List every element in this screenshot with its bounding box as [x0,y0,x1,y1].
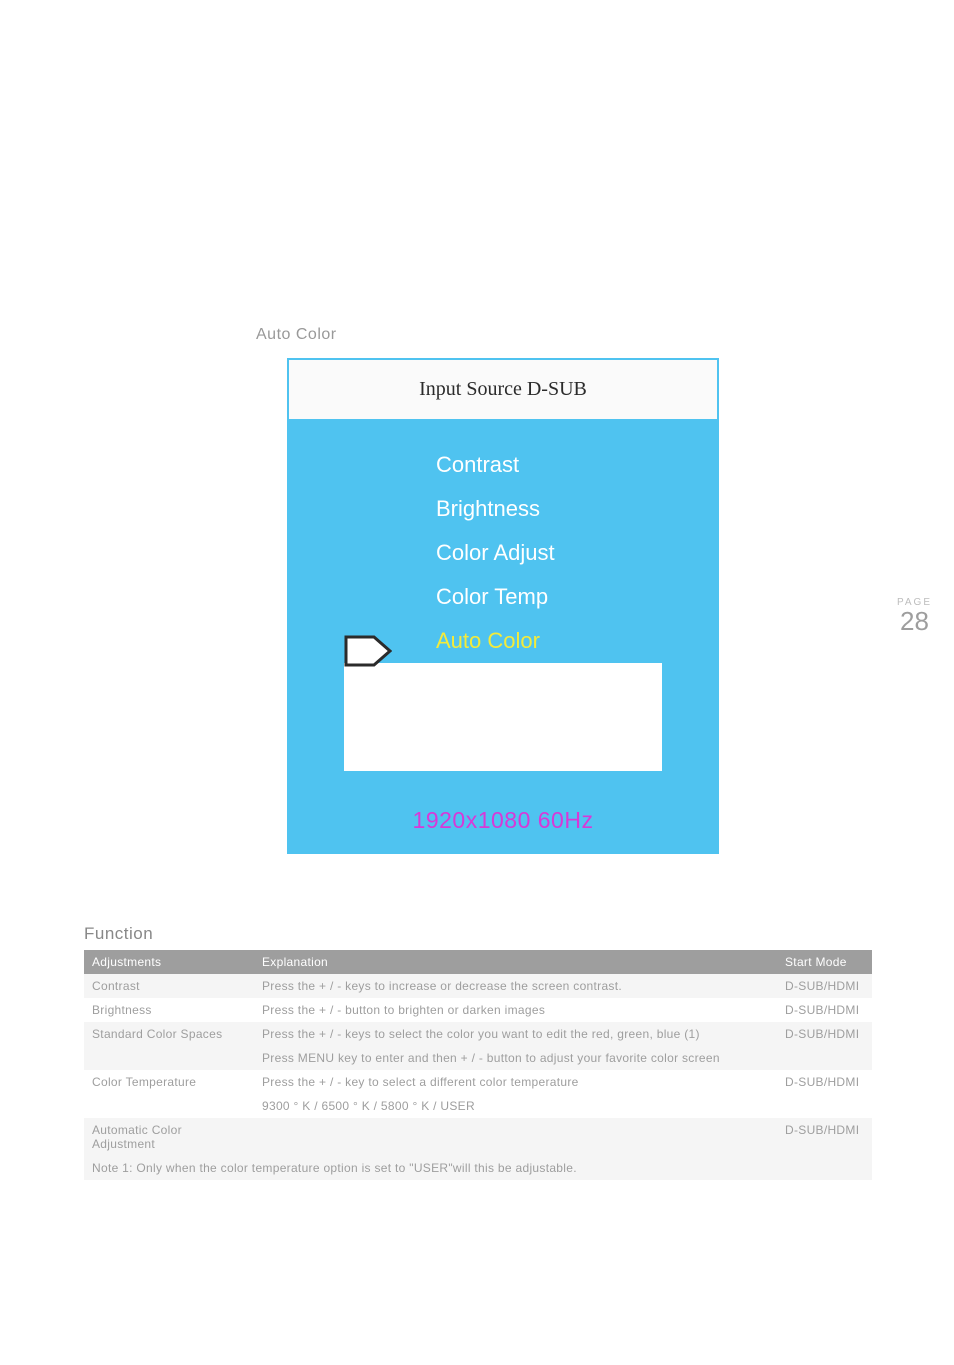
cell-mode [777,1094,872,1118]
osd-item-brightness: Brightness [289,487,717,531]
th-start-mode: Start Mode [777,950,872,974]
cell-mode: D-SUB/HDMI [777,998,872,1022]
table-row: Color Temperature Press the + / - key to… [84,1070,872,1094]
cell-adj [84,1046,254,1070]
table-row: Press MENU key to enter and then + / - b… [84,1046,872,1070]
table-row: 9300 ° K / 6500 ° K / 5800 ° K / USER [84,1094,872,1118]
cell-exp: Press the + / - keys to select the color… [254,1022,777,1046]
osd-item-contrast: Contrast [289,443,717,487]
osd-panel: Input Source D-SUB Contrast Brightness C… [287,358,719,854]
document-content: Auto Color Input Source D-SUB Contrast B… [0,326,954,854]
cell-mode [777,1046,872,1070]
cell-adj [84,1094,254,1118]
table-row: Contrast Press the + / - keys to increas… [84,974,872,998]
function-note: Note 1: Only when the color temperature … [84,1156,872,1180]
table-row: Brightness Press the + / - button to bri… [84,998,872,1022]
cell-adj: Color Temperature [84,1070,254,1094]
table-header-row: Adjustments Explanation Start Mode [84,950,872,974]
cell-exp: Press MENU key to enter and then + / - b… [254,1046,777,1070]
cell-exp: Press the + / - keys to increase or decr… [254,974,777,998]
cell-exp: Press the + / - button to brighten or da… [254,998,777,1022]
cell-adj: Standard Color Spaces [84,1022,254,1046]
osd-header: Input Source D-SUB [289,360,717,421]
cell-adj: Automatic Color Adjustment [84,1118,254,1156]
osd-resolution: 1920x1080 60Hz [289,793,717,852]
cell-mode: D-SUB/HDMI [777,974,872,998]
osd-item-color-adjust: Color Adjust [289,531,717,575]
table-row: Automatic Color Adjustment D-SUB/HDMI [84,1118,872,1156]
cell-adj: Brightness [84,998,254,1022]
osd-item-color-temp: Color Temp [289,575,717,619]
cell-exp [254,1118,777,1156]
function-table: Adjustments Explanation Start Mode Contr… [84,950,872,1156]
th-adjustments: Adjustments [84,950,254,974]
cell-exp: Press the + / - key to select a differen… [254,1070,777,1094]
section-title: Auto Color [256,326,954,344]
page-marker: PAGE 28 [897,597,932,634]
osd-menu: Contrast Brightness Color Adjust Color T… [289,421,717,793]
cell-mode: D-SUB/HDMI [777,1118,872,1156]
cell-mode: D-SUB/HDMI [777,1070,872,1094]
cell-exp: 9300 ° K / 6500 ° K / 5800 ° K / USER [254,1094,777,1118]
cell-adj: Contrast [84,974,254,998]
osd-blank-area [344,663,662,771]
cell-mode: D-SUB/HDMI [777,1022,872,1046]
table-row: Standard Color Spaces Press the + / - ke… [84,1022,872,1046]
th-explanation: Explanation [254,950,777,974]
pointer-icon [344,633,392,669]
function-section: Function Adjustments Explanation Start M… [84,924,872,1180]
page-number: 28 [897,608,932,634]
function-title: Function [84,924,872,944]
